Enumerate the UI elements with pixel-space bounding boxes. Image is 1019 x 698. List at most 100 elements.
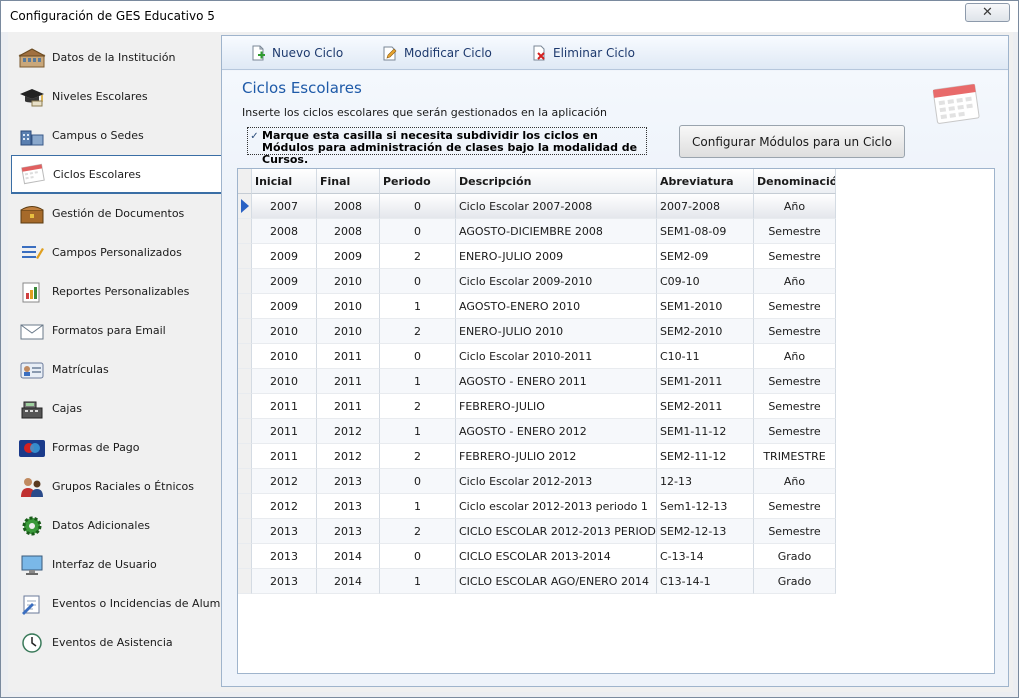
col-descripcion-cell[interactable]: Ciclo Escolar 2009-2010 xyxy=(456,269,657,294)
col-final-cell[interactable]: 2012 xyxy=(317,444,380,469)
table-row[interactable]: 2011 2012 2 FEBRERO-JULIO 2012 SEM2-11-12 TRI… xyxy=(238,444,836,469)
new-cycle-button[interactable]: Nuevo Ciclo xyxy=(250,44,343,62)
col-periodo-cell[interactable]: 2 xyxy=(380,519,456,544)
col-descripcion-cell[interactable]: CICLO ESCOLAR AGO/ENERO 2014 xyxy=(456,569,657,594)
col-periodo-cell[interactable]: 1 xyxy=(380,369,456,394)
col-periodo-cell[interactable]: 0 xyxy=(380,269,456,294)
subdivide-modules-checkbox[interactable]: ✓ Marque esta casilla si necesita subdiv… xyxy=(247,127,647,166)
col-abreviatura-cell[interactable]: C13-14-1 xyxy=(657,569,754,594)
col-periodo-cell[interactable]: 2 xyxy=(380,394,456,419)
col-final-cell[interactable]: 2014 xyxy=(317,544,380,569)
col-final-cell[interactable]: 2011 xyxy=(317,344,380,369)
close-button[interactable]: ✕ xyxy=(965,3,1010,22)
table-row[interactable]: 2013 2014 0 CICLO ESCOLAR 2013-2014 C-13-14 G… xyxy=(238,544,836,569)
table-row[interactable]: 2008 2008 0 AGOSTO-DICIEMBRE 2008 SEM1-08-09… xyxy=(238,219,836,244)
sidebar-item-eventos-de-asistencia[interactable]: Eventos de Asistencia xyxy=(11,623,221,662)
table-row[interactable]: 2009 2010 0 Ciclo Escolar 2009-2010 C09-10 Añ… xyxy=(238,269,836,294)
col-final-cell[interactable]: 2010 xyxy=(317,319,380,344)
col-denominacion-header[interactable]: Denominación xyxy=(754,169,836,194)
sidebar-item-campos-personalizados[interactable]: Campos Personalizados xyxy=(11,233,221,272)
col-denominacion-cell[interactable]: Semestre xyxy=(754,319,836,344)
col-descripcion-cell[interactable]: Ciclo Escolar 2007-2008 xyxy=(456,194,657,219)
col-periodo-cell[interactable]: 0 xyxy=(380,344,456,369)
col-denominacion-cell[interactable]: Grado xyxy=(754,544,836,569)
col-final-cell[interactable]: 2009 xyxy=(317,244,380,269)
col-inicial-header[interactable]: Inicial xyxy=(252,169,317,194)
col-inicial-cell[interactable]: 2013 xyxy=(252,519,317,544)
col-denominacion-cell[interactable]: Semestre xyxy=(754,394,836,419)
col-periodo-cell[interactable]: 0 xyxy=(380,194,456,219)
col-periodo-cell[interactable]: 2 xyxy=(380,444,456,469)
col-final-cell[interactable]: 2010 xyxy=(317,294,380,319)
col-abreviatura-cell[interactable]: SEM1-08-09 xyxy=(657,219,754,244)
col-abreviatura-cell[interactable]: SEM2-2011 xyxy=(657,394,754,419)
col-denominacion-cell[interactable]: Año xyxy=(754,194,836,219)
col-descripcion-cell[interactable]: Ciclo Escolar 2010-2011 xyxy=(456,344,657,369)
table-row[interactable]: 2009 2010 1 AGOSTO-ENERO 2010 SEM1-2010 Semes… xyxy=(238,294,836,319)
col-inicial-cell[interactable]: 2009 xyxy=(252,244,317,269)
col-periodo-cell[interactable]: 0 xyxy=(380,544,456,569)
col-abreviatura-cell[interactable]: SEM2-2010 xyxy=(657,319,754,344)
table-row[interactable]: 2013 2013 2 CICLO ESCOLAR 2012-2013 PERIODO… xyxy=(238,519,836,544)
col-final-cell[interactable]: 2012 xyxy=(317,419,380,444)
col-descripcion-cell[interactable]: Ciclo escolar 2012-2013 periodo 1 xyxy=(456,494,657,519)
col-periodo-cell[interactable]: 1 xyxy=(380,494,456,519)
table-row[interactable]: 2010 2011 0 Ciclo Escolar 2010-2011 C10-11 Añ… xyxy=(238,344,836,369)
col-inicial-cell[interactable]: 2010 xyxy=(252,344,317,369)
col-inicial-cell[interactable]: 2012 xyxy=(252,469,317,494)
col-abreviatura-cell[interactable]: SEM1-2011 xyxy=(657,369,754,394)
table-row[interactable]: 2010 2011 1 AGOSTO - ENERO 2011 SEM1-2011 Sem… xyxy=(238,369,836,394)
col-abreviatura-cell[interactable]: C-13-14 xyxy=(657,544,754,569)
col-final-cell[interactable]: 2013 xyxy=(317,519,380,544)
col-descripcion-cell[interactable]: AGOSTO-ENERO 2010 xyxy=(456,294,657,319)
col-denominacion-cell[interactable]: Año xyxy=(754,269,836,294)
col-denominacion-cell[interactable]: Grado xyxy=(754,569,836,594)
sidebar-item-matriculas[interactable]: Matrículas xyxy=(11,350,221,389)
sidebar-item-formas-de-pago[interactable]: Formas de Pago xyxy=(11,428,221,467)
col-denominacion-cell[interactable]: Semestre xyxy=(754,244,836,269)
col-periodo-cell[interactable]: 0 xyxy=(380,469,456,494)
col-periodo-cell[interactable]: 1 xyxy=(380,419,456,444)
configure-modules-button[interactable]: Configurar Módulos para un Ciclo xyxy=(679,125,905,158)
col-abreviatura-cell[interactable]: 2007-2008 xyxy=(657,194,754,219)
col-inicial-cell[interactable]: 2009 xyxy=(252,294,317,319)
col-periodo-cell[interactable]: 2 xyxy=(380,319,456,344)
sidebar-item-reportes-personalizables[interactable]: Reportes Personalizables xyxy=(11,272,221,311)
delete-cycle-button[interactable]: Eliminar Ciclo xyxy=(531,44,635,62)
col-inicial-cell[interactable]: 2012 xyxy=(252,494,317,519)
col-abreviatura-cell[interactable]: SEM1-11-12 xyxy=(657,419,754,444)
table-row[interactable]: 2009 2009 2 ENERO-JULIO 2009 SEM2-09 Semestre xyxy=(238,244,836,269)
col-inicial-cell[interactable]: 2009 xyxy=(252,269,317,294)
sidebar-item-ciclos-escolares[interactable]: Ciclos Escolares xyxy=(11,155,223,194)
col-abreviatura-cell[interactable]: 12-13 xyxy=(657,469,754,494)
col-inicial-cell[interactable]: 2013 xyxy=(252,569,317,594)
col-descripcion-cell[interactable]: Ciclo Escolar 2012-2013 xyxy=(456,469,657,494)
table-row[interactable]: 2013 2014 1 CICLO ESCOLAR AGO/ENERO 2014 C13… xyxy=(238,569,836,594)
table-row[interactable]: 2012 2013 0 Ciclo Escolar 2012-2013 12-13 Año xyxy=(238,469,836,494)
col-abreviatura-cell[interactable]: SEM2-12-13 xyxy=(657,519,754,544)
col-descripcion-cell[interactable]: AGOSTO - ENERO 2011 xyxy=(456,369,657,394)
col-inicial-cell[interactable]: 2010 xyxy=(252,319,317,344)
col-periodo-cell[interactable]: 2 xyxy=(380,244,456,269)
col-descripcion-cell[interactable]: CICLO ESCOLAR 2012-2013 PERIODO xyxy=(456,519,657,544)
col-abreviatura-cell[interactable]: Sem1-12-13 xyxy=(657,494,754,519)
col-periodo-cell[interactable]: 1 xyxy=(380,569,456,594)
sidebar-item-interfaz-de-usuario[interactable]: Interfaz de Usuario xyxy=(11,545,221,584)
col-abreviatura-cell[interactable]: SEM2-11-12 xyxy=(657,444,754,469)
sidebar-item-datos-de-la-institucion[interactable]: Datos de la Institución xyxy=(11,38,221,77)
col-abreviatura-cell[interactable]: C09-10 xyxy=(657,269,754,294)
sidebar-item-grupos-raciales-o-etnicos[interactable]: Grupos Raciales o Étnicos xyxy=(11,467,221,506)
col-final-cell[interactable]: 2013 xyxy=(317,469,380,494)
col-inicial-cell[interactable]: 2013 xyxy=(252,544,317,569)
col-denominacion-cell[interactable]: Año xyxy=(754,469,836,494)
col-descripcion-cell[interactable]: FEBRERO-JULIO 2012 xyxy=(456,444,657,469)
col-periodo-header[interactable]: Periodo xyxy=(380,169,456,194)
col-inicial-cell[interactable]: 2010 xyxy=(252,369,317,394)
col-denominacion-cell[interactable]: Semestre xyxy=(754,494,836,519)
col-abreviatura-cell[interactable]: SEM1-2010 xyxy=(657,294,754,319)
col-final-cell[interactable]: 2014 xyxy=(317,569,380,594)
col-descripcion-cell[interactable]: ENERO-JULIO 2010 xyxy=(456,319,657,344)
sidebar-item-gestion-de-documentos[interactable]: Gestión de Documentos xyxy=(11,194,221,233)
col-descripcion-cell[interactable]: AGOSTO - ENERO 2012 xyxy=(456,419,657,444)
table-row[interactable]: 2012 2013 1 Ciclo escolar 2012-2013 periodo… xyxy=(238,494,836,519)
